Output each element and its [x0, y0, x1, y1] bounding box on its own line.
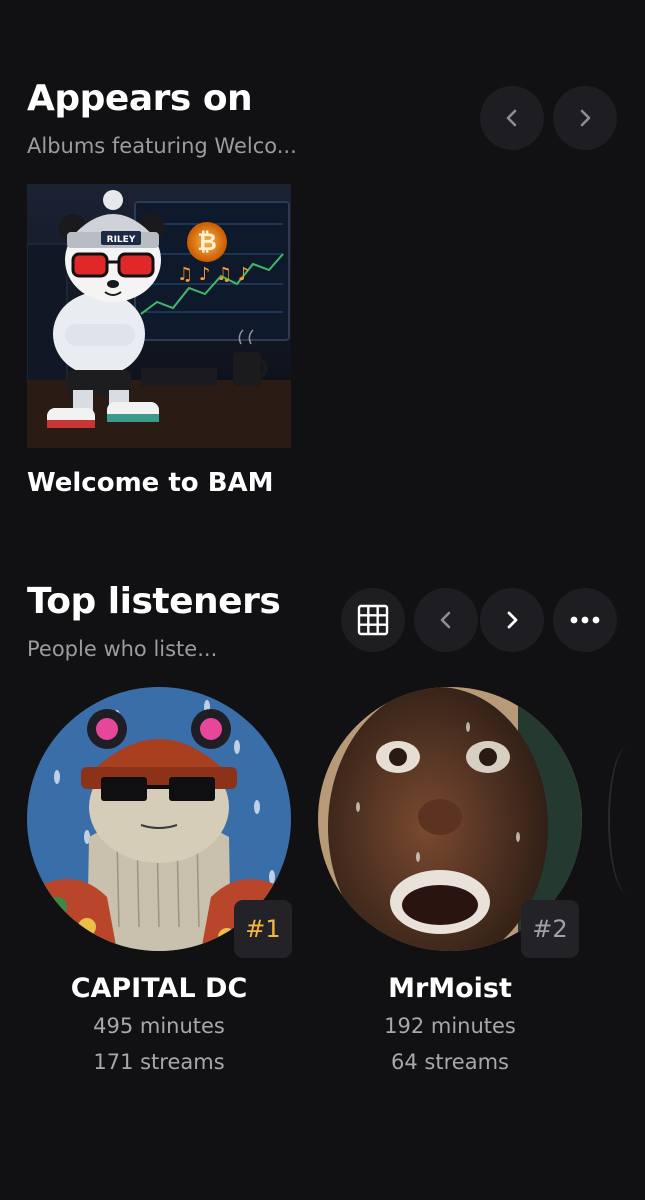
- chevron-left-icon: [440, 611, 451, 629]
- chevron-right-icon: [507, 611, 518, 629]
- top-listeners-prev-button[interactable]: [414, 588, 478, 652]
- listener-card[interactable]: #1 CAPITAL DC 495 minutes 171 streams: [27, 687, 292, 1074]
- more-horizontal-icon: [570, 616, 600, 624]
- next-listener-peek: [608, 745, 645, 895]
- svg-text:♫ ♪ ♫ ♪: ♫ ♪ ♫ ♪: [177, 264, 249, 285]
- chevron-left-icon: [506, 109, 517, 127]
- grid-icon: [357, 604, 389, 636]
- top-listeners-subtitle: People who liste...: [27, 637, 218, 661]
- rank-badge: #2: [521, 900, 579, 958]
- listener-name[interactable]: MrMoist: [318, 973, 582, 1004]
- listener-streams: 64 streams: [391, 1050, 509, 1074]
- appears-on-subtitle: Albums featuring Welco...: [27, 134, 297, 158]
- listener-minutes: 495 minutes: [93, 1014, 225, 1038]
- album-card[interactable]: ₿ ♫ ♪ ♫ ♪ RILEY Welcome to BAM: [27, 184, 291, 498]
- rank-badge: #1: [234, 900, 292, 958]
- album-title[interactable]: Welcome to BAM: [27, 468, 291, 498]
- appears-on-next-button[interactable]: [553, 86, 617, 150]
- grid-view-button[interactable]: [341, 588, 405, 652]
- artist-page: Appears on Albums featuring Welco... ₿ ♫…: [0, 0, 645, 1200]
- listener-card[interactable]: #2 MrMoist 192 minutes 64 streams: [318, 687, 582, 1074]
- beanie-label: RILEY: [107, 235, 136, 245]
- top-listeners-title: Top listeners: [27, 581, 281, 622]
- appears-on-prev-button[interactable]: [480, 86, 544, 150]
- listener-name[interactable]: CAPITAL DC: [27, 973, 291, 1004]
- album-art: ₿ ♫ ♪ ♫ ♪ RILEY: [27, 184, 291, 448]
- listener-minutes: 192 minutes: [384, 1014, 516, 1038]
- top-listeners-next-button[interactable]: [480, 588, 544, 652]
- more-options-button[interactable]: [553, 588, 617, 652]
- listener-streams: 171 streams: [93, 1050, 225, 1074]
- svg-text:₿: ₿: [197, 228, 217, 256]
- appears-on-title: Appears on: [27, 78, 253, 119]
- chevron-right-icon: [580, 109, 591, 127]
